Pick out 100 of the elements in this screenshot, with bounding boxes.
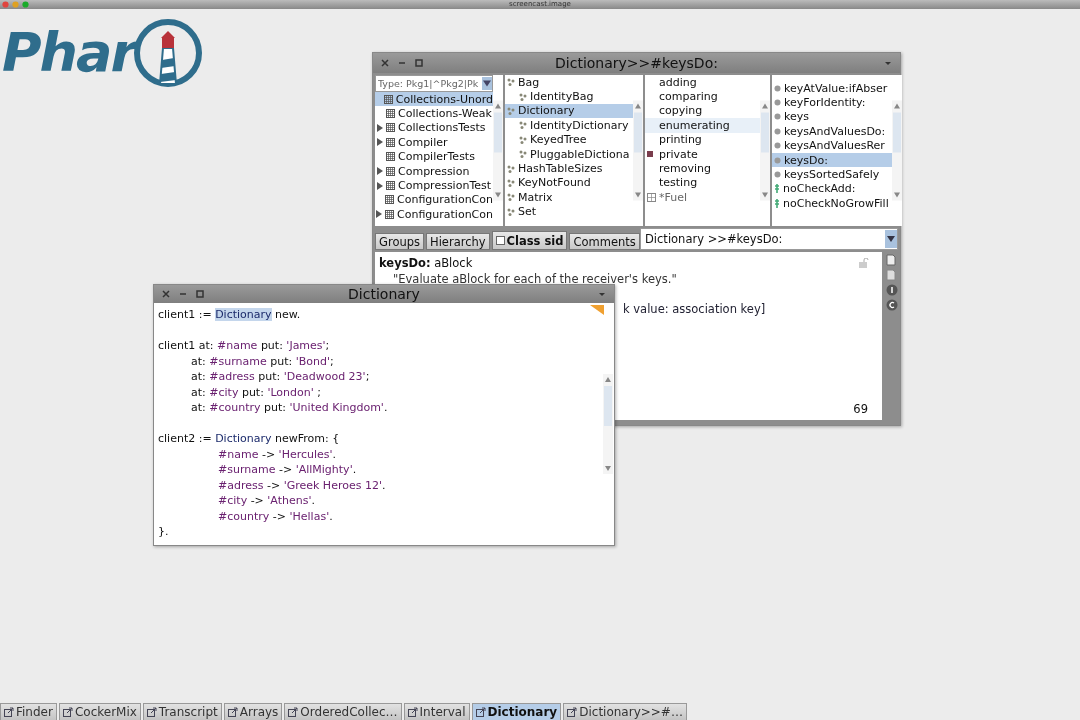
protocol-item[interactable]: comparing (645, 89, 760, 104)
expand-triangle-icon (376, 210, 382, 219)
class-item[interactable]: IdentityDictionary (505, 118, 633, 133)
class-side-checkbox[interactable]: Class sid (491, 231, 568, 250)
package-item[interactable]: ConfigurationCon (375, 192, 493, 208)
code-line: at: #adress put: 'Deadwood 23'; (191, 369, 370, 385)
unlock-icon (858, 258, 870, 268)
code-line: }. (158, 524, 169, 540)
method-dot-icon (774, 142, 781, 150)
method-item[interactable]: noCheckNoGrowFill (772, 196, 892, 211)
code-line: at: #city put: 'London' ; (191, 384, 321, 400)
method-item[interactable]: keysAndValuesRer (772, 138, 892, 153)
class-icon (507, 164, 515, 173)
checkbox-icon (495, 236, 505, 245)
square-icon (647, 151, 653, 158)
package-item[interactable]: CollectionsTests (375, 120, 493, 136)
method-item[interactable]: keysSortedSafely (772, 167, 892, 182)
dropdown-caret-icon (885, 230, 897, 248)
lock-icon (774, 198, 780, 208)
minimize-icon (179, 290, 187, 298)
menu-caret-icon (884, 59, 892, 67)
class-icon (507, 193, 515, 202)
package-icon (647, 192, 656, 202)
package-icon (386, 137, 395, 147)
window-icon (4, 707, 14, 717)
taskbar-button[interactable]: Transcript (142, 703, 222, 720)
class-item[interactable]: PluggableDictiona (505, 146, 633, 162)
lock-icon (774, 184, 780, 194)
class-item[interactable]: Set (505, 204, 633, 219)
window-title: Dictionary (348, 285, 420, 304)
protocol-item[interactable]: enumerating (645, 118, 760, 133)
package-item[interactable]: Compression (375, 163, 493, 179)
close-icon (381, 59, 389, 67)
protocol-item[interactable]: printing (645, 132, 760, 147)
protocol-item[interactable]: removing (645, 161, 760, 176)
protocol-item[interactable]: copying (645, 103, 760, 119)
class-item[interactable]: Matrix (505, 190, 633, 205)
package-icon (386, 181, 395, 191)
taskbar-button[interactable]: CockerMix (58, 703, 141, 720)
method-dot-icon (774, 156, 781, 164)
class-item[interactable]: Bag (505, 75, 633, 90)
code-line: client2 := Dictionary newFrom: { (158, 431, 340, 447)
package-item[interactable]: ConfigurationCon (375, 207, 493, 222)
class-item[interactable]: KeyedTree (505, 132, 633, 147)
class-item[interactable]: KeyNotFound (505, 175, 633, 191)
class-icon (519, 135, 527, 144)
taskbar-button[interactable]: Dictionary>>#… (563, 703, 687, 720)
package-icon (386, 109, 395, 119)
class-item[interactable]: IdentityBag (505, 89, 633, 104)
method-item[interactable]: keys (772, 109, 892, 125)
method-item[interactable]: keyAtValue:ifAbser (772, 81, 892, 96)
taskbar-button[interactable]: Interval (403, 703, 470, 720)
code-line: keysDo: aBlock (379, 255, 473, 271)
dropdown-caret-icon (482, 77, 492, 90)
code-line: at: #surname put: 'Bond'; (191, 353, 334, 369)
code-line: #country -> 'Hellas'. (218, 508, 333, 524)
package-item[interactable]: CompressionTest (375, 178, 493, 193)
menu-caret-icon (598, 290, 606, 298)
window-icon (227, 707, 238, 717)
package-item[interactable]: CompilerTests (375, 149, 493, 164)
class-icon (519, 92, 527, 101)
code-line: client1 := Dictionary new. (158, 307, 301, 323)
package-icon (386, 152, 395, 162)
window-icon (567, 707, 578, 717)
class-icon (507, 207, 515, 216)
protocol-item[interactable]: *Fuel (645, 190, 760, 205)
class-side-icon (886, 299, 898, 311)
taskbar-button[interactable]: Arrays (223, 703, 283, 720)
code-line: #adress -> 'Greek Heroes 12'. (218, 477, 386, 493)
class-icon (507, 178, 515, 187)
method-field[interactable]: Dictionary >>#keysDo: (640, 228, 898, 250)
package-icon (385, 209, 394, 219)
line-count: 69 (853, 402, 868, 416)
class-item[interactable]: Dictionary (505, 103, 633, 119)
close-icon (162, 290, 170, 298)
taskbar-button[interactable]: OrderedCollec… (284, 703, 402, 720)
method-dot-icon (774, 84, 781, 92)
protocol-item[interactable]: private (645, 146, 760, 162)
filter-field[interactable]: Type: Pkg1|^Pkg2|Pk (375, 75, 493, 92)
package-item[interactable]: Collections-Unord (375, 92, 493, 107)
protocol-item[interactable]: testing (645, 175, 760, 191)
method-item[interactable]: noCheckAdd: (772, 181, 892, 197)
toggle-button[interactable]: Comments (569, 233, 640, 250)
method-item[interactable]: keyForIdentity: (772, 95, 892, 110)
method-item[interactable]: keysAndValuesDo: (772, 124, 892, 139)
class-icon (519, 121, 527, 130)
toggle-button[interactable]: Hierarchy (426, 233, 490, 250)
package-item[interactable]: Compiler (375, 135, 493, 150)
method-item[interactable]: keysDo: (772, 152, 892, 168)
document-icon (886, 269, 896, 281)
taskbar-button[interactable]: Dictionary (471, 703, 562, 720)
taskbar-button[interactable]: Finder (0, 703, 57, 720)
toggle-button[interactable]: Groups (375, 233, 424, 250)
window-icon (475, 707, 486, 717)
protocol-item[interactable]: adding (645, 75, 760, 90)
class-item[interactable]: HashTableSizes (505, 161, 633, 176)
logo-text: Phar (2, 23, 136, 83)
package-item[interactable]: Collections-Weak (375, 106, 493, 121)
code-line: client1 at: #name put: 'James'; (158, 338, 330, 354)
method-dot-icon (774, 171, 781, 179)
